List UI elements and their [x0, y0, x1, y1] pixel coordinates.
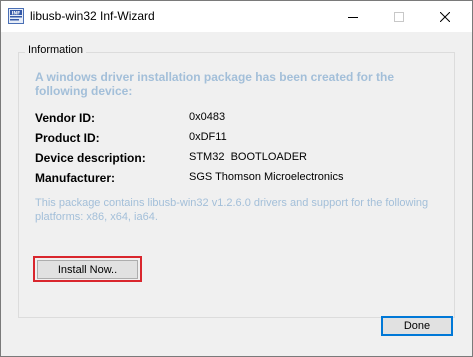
- inf-file-icon: INF: [8, 8, 24, 24]
- status-headline: A windows driver installation package ha…: [35, 70, 394, 98]
- package-note: This package contains libusb-win32 v1.2.…: [35, 197, 429, 223]
- product-id-value: 0xDF11: [189, 131, 227, 143]
- close-icon: [440, 11, 450, 22]
- window-title: libusb-win32 Inf-Wizard: [30, 9, 155, 23]
- title-bar[interactable]: INF libusb-win32 Inf-Wizard: [1, 1, 472, 32]
- install-now-button[interactable]: Install Now..: [37, 260, 138, 279]
- device-description-label: Device description:: [35, 151, 146, 165]
- wizard-window: INF libusb-win32 Inf-Wizard Information …: [0, 0, 473, 357]
- vendor-id-value: 0x0483: [189, 111, 226, 123]
- manufacturer-value: SGS Thomson Microelectronics: [189, 171, 344, 183]
- svg-text:INF: INF: [12, 10, 21, 16]
- minimize-button[interactable]: [330, 1, 376, 32]
- minimize-icon: [348, 16, 358, 18]
- maximize-button[interactable]: [376, 1, 422, 32]
- device-description-value: STM32 BOOTLOADER: [189, 151, 307, 163]
- manufacturer-label: Manufacturer:: [35, 171, 116, 185]
- product-id-label: Product ID:: [35, 131, 100, 145]
- vendor-id-label: Vendor ID:: [35, 111, 96, 125]
- close-button[interactable]: [422, 1, 468, 32]
- maximize-icon: [394, 11, 404, 22]
- groupbox-label: Information: [25, 44, 87, 56]
- done-button[interactable]: Done: [381, 316, 453, 336]
